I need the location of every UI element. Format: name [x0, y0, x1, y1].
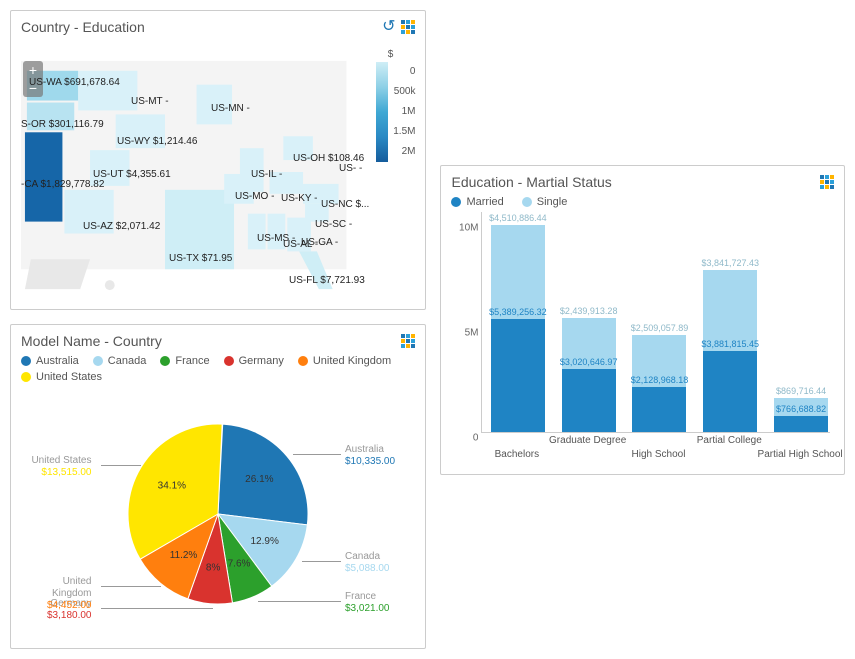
- map-state-label: US-MT -: [131, 96, 169, 107]
- svg-text:12.9%: 12.9%: [251, 536, 279, 547]
- y-tick: 5M: [452, 328, 478, 339]
- legend-item[interactable]: United States: [21, 371, 102, 383]
- pie-label: France$3,021.00: [345, 591, 390, 615]
- pie-label: Australia$10,335.00: [345, 444, 395, 468]
- legend-item[interactable]: Australia: [21, 355, 79, 367]
- card-menu-icon[interactable]: [820, 175, 834, 189]
- map-state-label: US-UT $4,355.61: [93, 169, 171, 180]
- pie-legend: Australia Canada France Germany United Kingd…: [21, 355, 415, 383]
- card-menu-icon[interactable]: [401, 334, 415, 348]
- map-state-label: S-OR $301,116.79: [21, 119, 104, 130]
- y-tick: 0: [452, 433, 478, 444]
- refresh-icon[interactable]: ↺: [382, 20, 395, 34]
- y-tick: 10M: [452, 223, 478, 234]
- svg-text:11.2%: 11.2%: [170, 550, 198, 561]
- map-state-label: US-MO -: [235, 191, 274, 202]
- card-country-education: Country - Education ↺: [10, 10, 426, 310]
- bar-group[interactable]: $3,841,727.43$3,881,815.45: [703, 270, 757, 432]
- x-tick: Bachelors: [495, 449, 539, 460]
- svg-text:7.6%: 7.6%: [228, 558, 251, 569]
- map-state-label: US-AL -: [283, 239, 318, 250]
- bar-legend: Married Single: [451, 196, 834, 208]
- legend-item[interactable]: Single: [522, 196, 568, 208]
- svg-text:26.1%: 26.1%: [245, 474, 273, 485]
- map-legend: $ 0 500k 1M 1.5M 2M: [365, 49, 415, 162]
- bar-group[interactable]: $2,509,057.89$2,128,968.18: [632, 335, 686, 432]
- map-state-label: US-FL $7,721.93: [289, 275, 365, 286]
- map-state-label: US-AZ $2,071.42: [83, 221, 160, 232]
- bar-group[interactable]: $2,439,913.28$3,020,646.97: [562, 318, 616, 432]
- card-title-pie: Model Name - Country: [21, 333, 162, 349]
- map-state-label: -CA $1,829,778.82: [21, 179, 104, 190]
- map-state-label: US-MN -: [211, 103, 250, 114]
- legend-item[interactable]: Germany: [224, 355, 284, 367]
- x-tick: High School: [632, 449, 686, 460]
- bar-group[interactable]: $869,716.44$766,688.82: [774, 398, 828, 432]
- x-tick: Partial High School: [758, 449, 843, 460]
- pie-label: United States$13,515.00: [31, 455, 91, 479]
- legend-item[interactable]: Married: [451, 196, 503, 208]
- svg-text:34.1%: 34.1%: [158, 481, 186, 492]
- map-plot[interactable]: + − US-WA $691,678.64S-OR $301,116.79US-…: [21, 41, 415, 299]
- pie-plot[interactable]: 26.1% 12.9%7.6% 8% 11.2% 34.1% Australia$10,…: [21, 389, 415, 639]
- bar-group[interactable]: $4,510,886.44$5,389,256.32: [491, 225, 545, 432]
- svg-text:8%: 8%: [206, 562, 221, 573]
- card-education-marital: Education - Martial Status Married Single…: [440, 165, 845, 475]
- legend-item[interactable]: France: [160, 355, 209, 367]
- x-tick: Partial College: [697, 435, 762, 446]
- card-title-bar: Education - Martial Status: [451, 174, 611, 190]
- map-state-label: US-WA $691,678.64: [29, 77, 120, 88]
- pie-label: Canada$5,088.00: [345, 551, 390, 575]
- legend-item[interactable]: United Kingdom: [298, 355, 391, 367]
- legend-item[interactable]: Canada: [93, 355, 147, 367]
- map-state-label: US-IL -: [251, 169, 282, 180]
- map-state-label: US-KY -: [281, 193, 318, 204]
- map-state-label: US- -: [339, 163, 362, 174]
- x-tick: Graduate Degree: [549, 435, 626, 446]
- card-title-map: Country - Education: [21, 19, 145, 35]
- map-state-label: US-TX $71.95: [169, 253, 232, 264]
- map-state-label: US-WY $1,214.46: [117, 136, 197, 147]
- card-menu-icon[interactable]: [401, 20, 415, 34]
- bar-plot[interactable]: 05M10M$4,510,886.44$5,389,256.32$2,439,9…: [481, 212, 830, 433]
- pie-label: United Kingdom$4,452.00: [21, 576, 91, 612]
- card-model-country: Model Name - Country Australia Canada Fran…: [10, 324, 426, 649]
- map-state-label: US-SC -: [315, 219, 352, 230]
- map-state-label: US-NC $...: [321, 199, 369, 210]
